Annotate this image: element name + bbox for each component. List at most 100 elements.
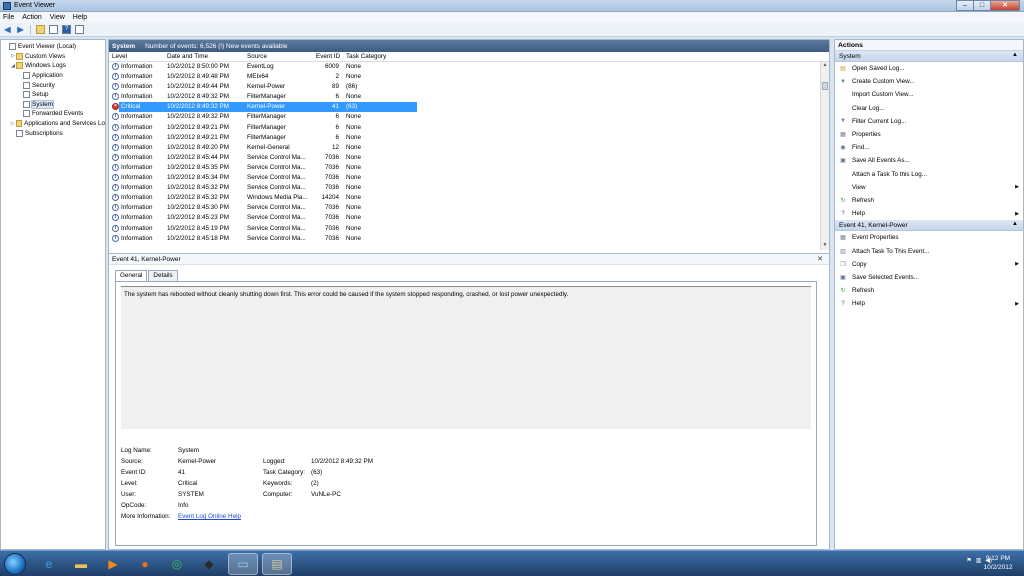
show-action-pane-button[interactable] (74, 24, 85, 35)
table-row[interactable]: i Information 10/2/2012 8:45:34 PM Service … (109, 173, 821, 183)
table-row[interactable]: i Information 10/2/2012 8:45:19 PM Service … (109, 224, 821, 234)
action-create-custom-view[interactable]: ▼ Create Custom View... (835, 75, 1023, 88)
media-player-icon[interactable]: ▶ (98, 553, 128, 575)
action-event-properties[interactable]: ▦ Event Properties (835, 231, 1023, 244)
chrome-icon[interactable]: ◎ (162, 553, 192, 575)
app-icon[interactable]: ◆ (194, 553, 224, 575)
action-view[interactable]: View ▶ (835, 181, 1023, 194)
opcode-value: Info (178, 502, 189, 509)
close-button[interactable]: ✕ (990, 0, 1020, 11)
table-row[interactable]: i Information 10/2/2012 8:45:23 PM Service … (109, 213, 821, 223)
action-refresh[interactable]: ↻ Refresh (835, 194, 1023, 207)
column-task-category[interactable]: Task Category (346, 53, 386, 60)
event-log-online-help-link[interactable]: Event Log Online Help (178, 513, 241, 520)
tree-item-subscriptions[interactable]: Subscriptions (1, 128, 105, 138)
table-row[interactable]: i Information 10/2/2012 8:49:32 PM FilterMa… (109, 112, 821, 122)
menu-file[interactable]: File (3, 14, 14, 21)
tree-item-applications-and-services-lo[interactable]: ▷ Applications and Services Lo (1, 119, 105, 129)
logged-value: 10/2/2012 8:49:32 PM (311, 458, 373, 465)
computer-icon[interactable]: ▭ (228, 553, 258, 575)
table-row[interactable]: i Information 10/2/2012 8:49:48 PM MEIx64 2 N… (109, 72, 821, 82)
console-tree-icon (49, 25, 58, 34)
minimize-button[interactable]: – (956, 0, 974, 11)
scroll-thumb[interactable] (822, 82, 828, 90)
action-filter-current-log[interactable]: ▼ Filter Current Log... (835, 115, 1023, 128)
tab-details[interactable]: Details (148, 270, 178, 281)
action-save-all-events-as[interactable]: ▣ Save All Events As... (835, 154, 1023, 167)
action-help[interactable]: ? Help ▶ (835, 297, 1023, 310)
event-viewer-icon[interactable]: ▤ (262, 553, 292, 575)
close-detail-icon[interactable]: ✕ (817, 255, 823, 263)
tree-item-forwarded-events[interactable]: Forwarded Events (1, 109, 105, 119)
scroll-up-icon[interactable]: ▲ (821, 62, 829, 70)
action-import-custom-view[interactable]: Import Custom View... (835, 88, 1023, 101)
tree-item-custom-views[interactable]: ▷ Custom Views (1, 52, 105, 62)
back-arrow-icon[interactable]: ◀ (2, 24, 13, 35)
cell-level: Information (121, 63, 153, 70)
cell-id: 7036 (324, 174, 339, 182)
tree-item-system[interactable]: System (1, 99, 105, 110)
source-label: Source: (121, 458, 143, 465)
start-button[interactable] (4, 553, 26, 575)
column-level[interactable]: Level (112, 53, 127, 60)
folder-up-button[interactable] (35, 24, 46, 35)
table-row[interactable]: i Information 10/2/2012 8:45:35 PM Service … (109, 163, 821, 173)
explorer-icon[interactable]: ▬ (66, 553, 96, 575)
cell-source: Service Control Ma... (247, 214, 306, 222)
table-row[interactable]: i Information 10/2/2012 8:49:20 PM Kernel-G… (109, 143, 821, 153)
collapse-arrow-icon[interactable]: ▲ (1012, 52, 1018, 58)
cell-level: Information (121, 234, 153, 242)
tab-general[interactable]: General (115, 270, 148, 281)
tree-item-windows-logs[interactable]: ◢ Windows Logs (1, 61, 105, 71)
action-save-selected-events[interactable]: ▣ Save Selected Events... (835, 271, 1023, 284)
flag-icon[interactable]: ⚑ (966, 557, 971, 564)
copy-icon: ❐ (840, 261, 846, 268)
scroll-down-icon[interactable]: ▼ (821, 242, 829, 250)
table-row[interactable]: i Information 10/2/2012 8:45:18 PM Service … (109, 234, 821, 244)
table-row[interactable]: i Information 10/2/2012 8:45:32 PM Windows … (109, 193, 821, 203)
tree-item-security[interactable]: Security (1, 80, 105, 90)
tree-item-application[interactable]: Application (1, 71, 105, 81)
table-row[interactable]: i Information 10/2/2012 8:49:32 PM FilterMa… (109, 92, 821, 102)
cell-date: 10/2/2012 8:49:20 PM (167, 143, 229, 151)
show-hide-tree-button[interactable] (48, 24, 59, 35)
menu-help[interactable]: Help (73, 14, 87, 21)
table-row[interactable]: i Information 10/2/2012 8:49:21 PM FilterMa… (109, 133, 821, 143)
refresh-icon: ↻ (840, 197, 846, 204)
action-attach-task-to-this-event[interactable]: ▥ Attach Task To This Event... (835, 244, 1023, 257)
cell-date: 10/2/2012 8:49:48 PM (167, 73, 229, 81)
table-row[interactable]: i Information 10/2/2012 8:45:32 PM Service … (109, 183, 821, 193)
action-find[interactable]: ◉ Find... (835, 141, 1023, 154)
menu-action[interactable]: Action (22, 14, 41, 21)
action-properties[interactable]: ▦ Properties (835, 128, 1023, 141)
column-source[interactable]: Source (247, 53, 267, 60)
action-attach-a-task-to-this-log[interactable]: Attach a Task To this Log... (835, 168, 1023, 181)
clock[interactable]: 9:12 PM 10/2/2012 (978, 554, 1018, 572)
actions-section-event[interactable]: Event 41, Kernel-Power ▲ (835, 220, 1023, 232)
maximize-button[interactable]: □ (973, 0, 991, 11)
collapse-arrow-icon[interactable]: ▲ (1012, 221, 1018, 227)
table-row[interactable]: i Information 10/2/2012 8:49:21 PM FilterMa… (109, 123, 821, 133)
ie-icon[interactable]: e (34, 553, 64, 575)
menu-view[interactable]: View (50, 14, 65, 21)
actions-section-system[interactable]: System ▲ (835, 51, 1023, 62)
action-copy[interactable]: ❐ Copy ▶ (835, 258, 1023, 271)
help-button[interactable]: ? (61, 24, 72, 35)
action-open-saved-log[interactable]: ▤ Open Saved Log... (835, 62, 1023, 75)
table-row[interactable]: i Information 10/2/2012 8:50:00 PM EventLog… (109, 62, 821, 72)
event-list-scrollbar[interactable]: ▲ ▼ (820, 62, 829, 250)
firefox-icon[interactable]: ● (130, 553, 160, 575)
table-row[interactable]: i Information 10/2/2012 8:45:30 PM Service … (109, 203, 821, 213)
forward-arrow-icon[interactable]: ▶ (15, 24, 26, 35)
cell-id: 41 (331, 103, 339, 111)
action-refresh[interactable]: ↻ Refresh (835, 284, 1023, 297)
tree-item-setup[interactable]: Setup (1, 90, 105, 100)
action-help[interactable]: ? Help ▶ (835, 207, 1023, 220)
table-row[interactable]: i Information 10/2/2012 8:45:44 PM Service … (109, 153, 821, 163)
action-clear-log[interactable]: Clear Log... (835, 102, 1023, 115)
table-row[interactable]: × Critical 10/2/2012 8:49:32 PM Kernel-Powe… (109, 102, 821, 113)
column-event-id[interactable]: Event ID (316, 53, 340, 60)
column-date[interactable]: Date and Time (167, 53, 208, 60)
tree-item-event-viewer-local[interactable]: Event Viewer (Local) (1, 42, 105, 52)
table-row[interactable]: i Information 10/2/2012 8:49:44 PM Kernel-P… (109, 82, 821, 92)
